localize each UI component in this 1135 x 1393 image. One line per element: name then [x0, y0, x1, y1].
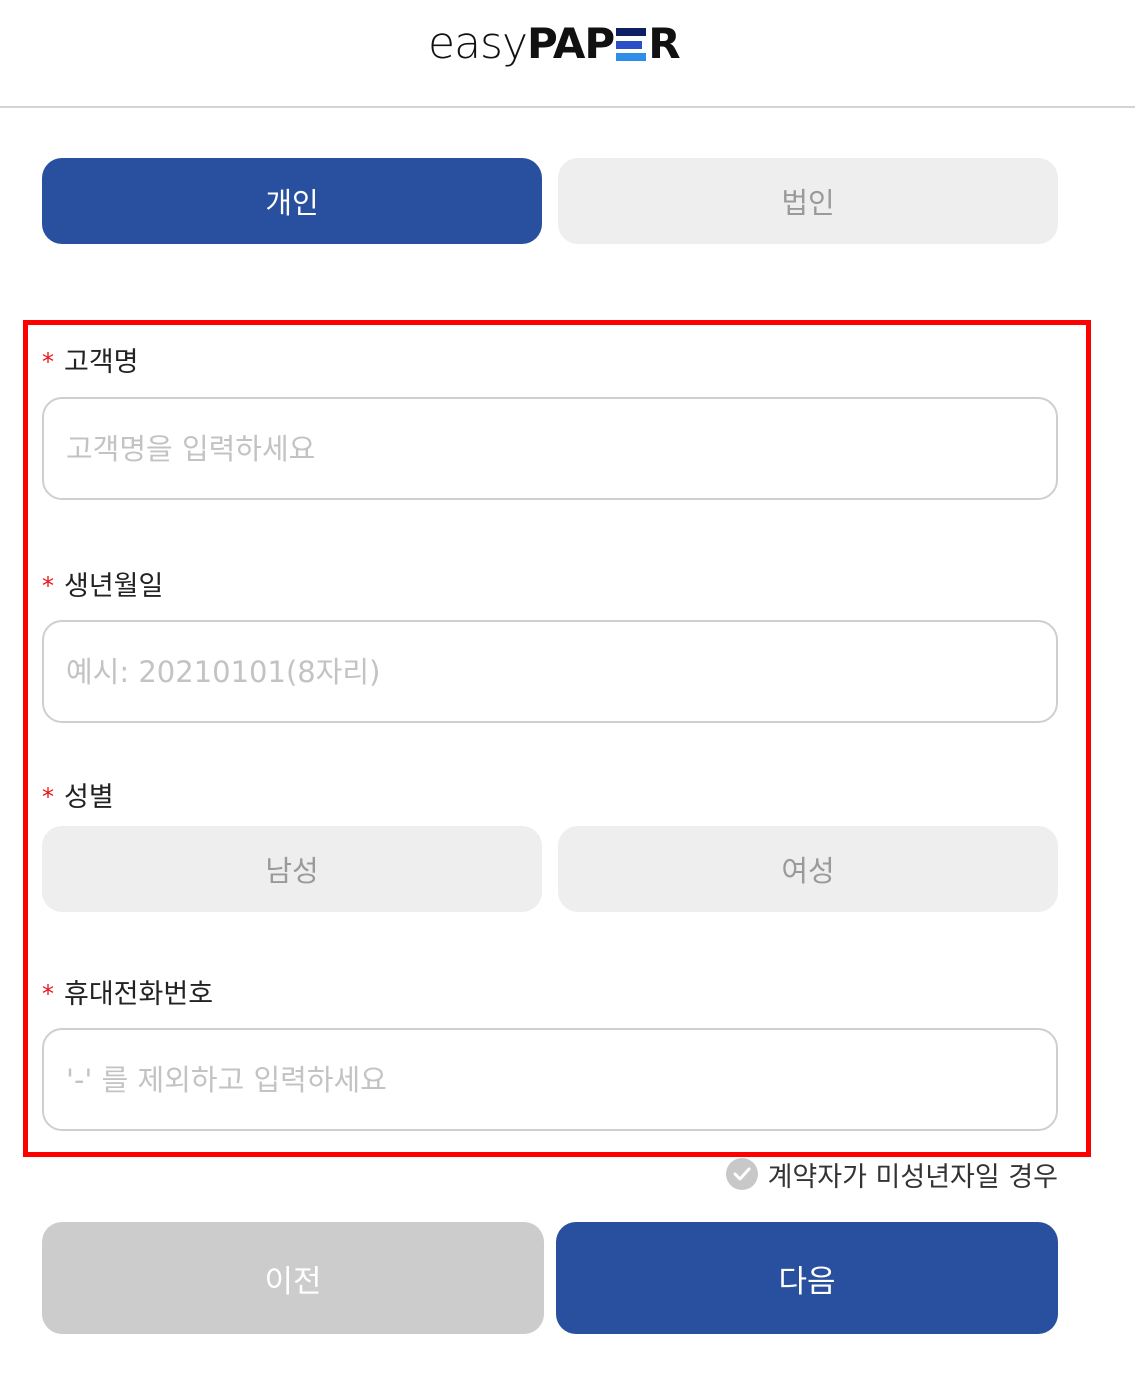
- required-mark: *: [42, 347, 54, 376]
- logo-text-easy: easy: [428, 18, 528, 69]
- birthdate-label-text: 생년월일: [64, 571, 164, 602]
- logo-text-pap: PAP: [527, 19, 615, 68]
- prev-button[interactable]: 이전: [42, 1222, 544, 1334]
- logo-text-r: R: [648, 19, 680, 68]
- easypaper-logo[interactable]: easy PAP R: [428, 18, 681, 72]
- phone-input[interactable]: [42, 1028, 1058, 1131]
- required-mark: *: [42, 782, 54, 811]
- birthdate-input[interactable]: [42, 620, 1058, 723]
- customer-name-label-text: 고객명: [64, 347, 139, 378]
- gender-male-button[interactable]: 남성: [42, 826, 542, 912]
- corporate-tab[interactable]: 법인: [558, 158, 1058, 244]
- logo-text-paper: PAP R: [527, 19, 681, 68]
- required-mark: *: [42, 979, 54, 1008]
- check-icon: [725, 1158, 758, 1190]
- minor-checkbox[interactable]: 계약자가 미성년자일 경우: [725, 1156, 1058, 1193]
- minor-checkbox-label: 계약자가 미성년자일 경우: [767, 1161, 1058, 1193]
- individual-tab[interactable]: 개인: [42, 158, 542, 244]
- customer-name-input[interactable]: [42, 397, 1058, 500]
- phone-label: * 휴대전화번호: [42, 972, 213, 1011]
- gender-label-text: 성별: [64, 782, 114, 813]
- required-mark: *: [42, 571, 54, 600]
- header: easy PAP R: [0, 0, 1135, 108]
- gender-female-button[interactable]: 여성: [558, 826, 1058, 912]
- customer-name-label: * 고객명: [42, 340, 139, 379]
- gender-label: * 성별: [42, 775, 114, 814]
- birthdate-label: * 생년월일: [42, 564, 163, 603]
- next-button[interactable]: 다음: [556, 1222, 1058, 1334]
- phone-label-text: 휴대전화번호: [64, 979, 214, 1010]
- logo-e-icon: [616, 28, 647, 61]
